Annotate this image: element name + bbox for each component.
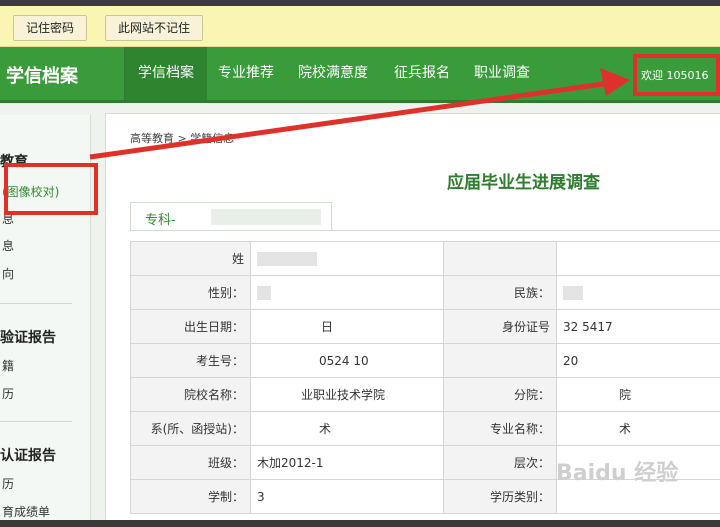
arrow-head [600,68,630,96]
annotation-arrow [89,68,630,160]
baidu-watermark: Baidu 经验 [556,461,679,486]
browser-bottom-strip [0,520,720,527]
arrow-line [89,80,611,160]
